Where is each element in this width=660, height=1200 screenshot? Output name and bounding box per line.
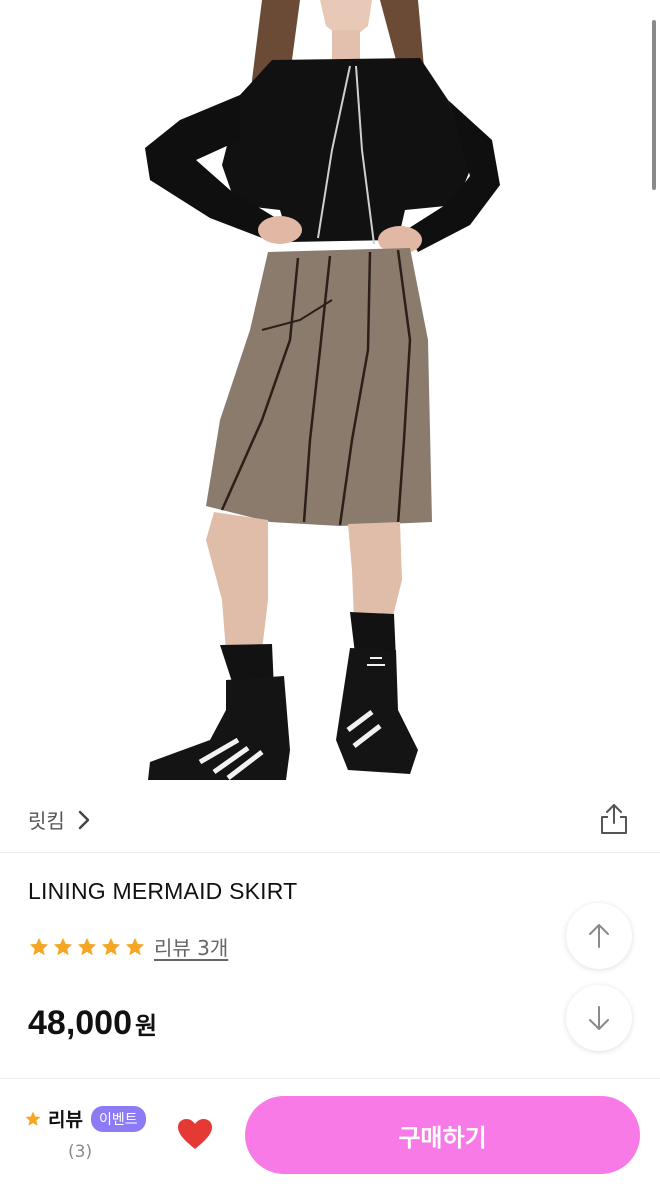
price-unit: 원 — [135, 1012, 158, 1040]
chevron-right-icon — [78, 810, 90, 829]
scroll-up-button[interactable] — [566, 903, 632, 969]
heart-icon[interactable] — [176, 1117, 214, 1151]
scroll-down-button[interactable] — [566, 985, 632, 1051]
event-badge: 이벤트 — [90, 1105, 146, 1132]
scrollbar[interactable] — [652, 20, 656, 190]
brand-name: 릿킴 — [28, 809, 65, 833]
arrow-up-icon — [589, 924, 609, 948]
review-summary[interactable]: 리뷰 이벤트 (3) — [24, 1105, 146, 1162]
star-icon — [53, 937, 73, 955]
review-count: (3) — [68, 1142, 93, 1162]
product-title: LINING MERMAID SKIRT — [28, 878, 298, 904]
review-title: 리뷰 — [48, 1109, 83, 1131]
share-icon[interactable] — [598, 802, 630, 836]
product-image[interactable] — [0, 0, 660, 785]
arrow-down-icon — [589, 1006, 609, 1030]
star-icon — [25, 1111, 41, 1126]
brand-row: 릿킴 — [0, 785, 660, 853]
rating-stars — [28, 936, 146, 958]
rating-row: 리뷰 3개 — [28, 932, 228, 961]
star-icon — [125, 937, 145, 955]
star-icon — [101, 937, 121, 955]
buy-button[interactable]: 구매하기 — [245, 1096, 640, 1174]
brand-link[interactable]: 릿킴 — [28, 805, 91, 834]
bottom-action-bar: 리뷰 이벤트 (3) 구매하기 — [0, 1078, 660, 1200]
price: 48,000 원 — [28, 1004, 157, 1043]
star-icon — [77, 937, 97, 955]
review-link[interactable]: 리뷰 3개 — [154, 932, 228, 961]
price-value: 48,000 — [28, 1004, 132, 1042]
star-icon — [29, 937, 49, 955]
product-photo — [145, 0, 500, 780]
